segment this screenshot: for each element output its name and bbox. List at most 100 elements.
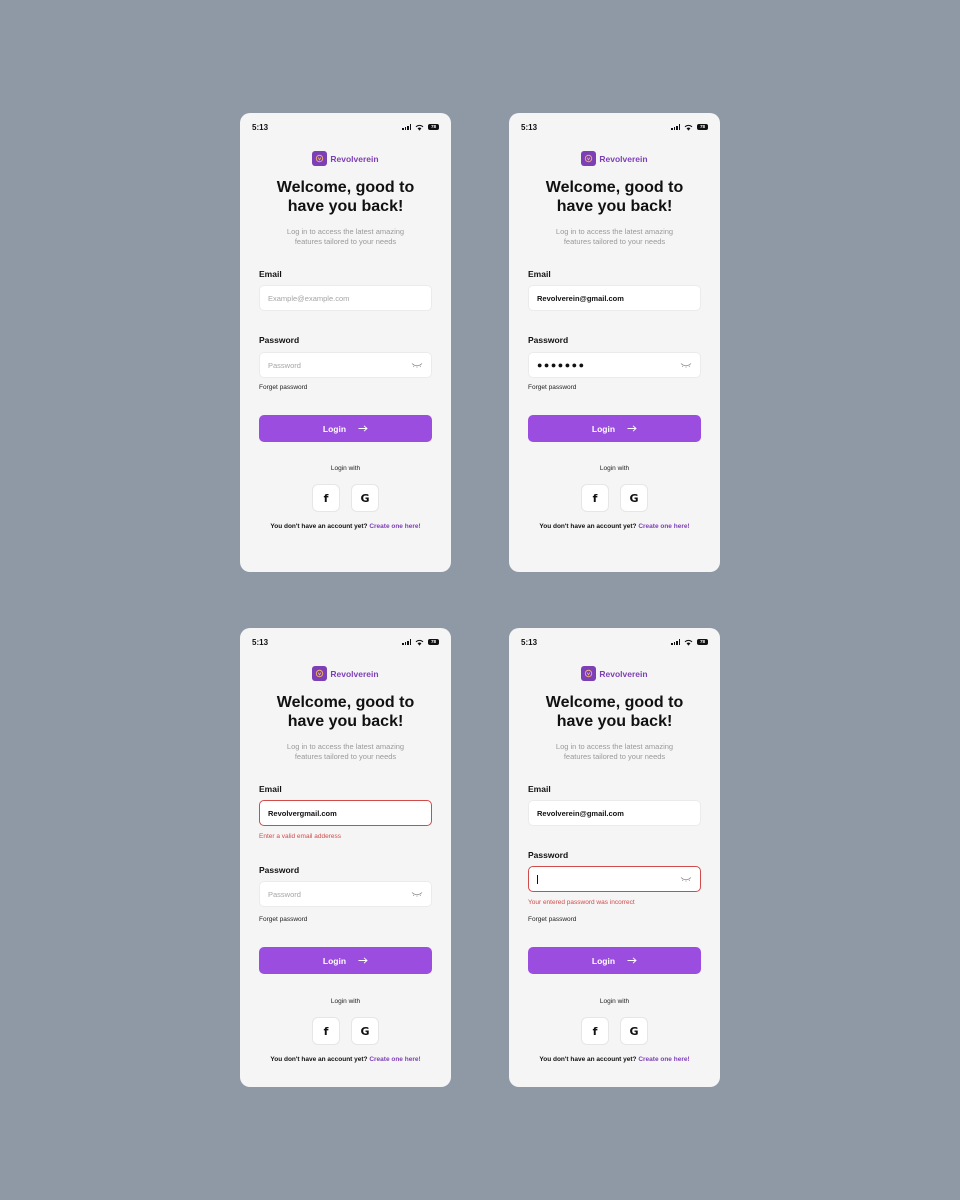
wifi-icon [415,639,424,646]
email-field[interactable] [259,285,432,311]
status-bar: 5:13 78 [252,637,439,647]
google-login-button[interactable]: G [620,1017,648,1045]
create-account-link[interactable]: Create one here! [369,523,420,530]
email-input[interactable] [268,808,423,818]
system-icons: 78 [671,124,708,131]
facebook-icon: f [592,491,598,505]
brand-logo: Revolverein [240,151,451,166]
logo-icon [312,666,328,681]
forget-password-link[interactable]: Forget password [528,384,576,391]
arrow-right-icon [358,425,368,432]
status-time: 5:13 [252,122,269,132]
password-field[interactable] [528,866,701,892]
battery-icon: 78 [697,639,708,645]
signal-icon [402,124,411,130]
facebook-login-button[interactable]: f [312,1017,340,1045]
eye-closed-icon[interactable] [680,362,692,368]
email-label: Email [528,784,551,794]
brand-logo: Revolverein [509,151,720,166]
login-button[interactable]: Login [259,415,432,442]
google-icon: G [629,1024,639,1038]
brand-name: Revolverein [330,668,379,679]
system-icons: 78 [402,124,439,131]
login-button-label: Login [322,423,347,434]
create-account-link[interactable]: Create one here! [638,523,689,530]
wifi-icon [684,124,693,131]
signal-icon [402,639,411,645]
status-bar: 5:13 78 [521,637,708,647]
email-label: Email [259,784,282,794]
status-time: 5:13 [521,637,538,647]
password-field[interactable]: ●●●●●●● [528,352,701,378]
email-input[interactable] [537,808,692,818]
google-login-button[interactable]: G [351,484,379,512]
status-time: 5:13 [521,122,538,132]
eye-closed-icon[interactable] [411,362,423,368]
logo-icon [581,666,597,681]
signal-icon [671,639,680,645]
status-bar: 5:13 78 [521,122,708,132]
email-field[interactable] [259,800,432,826]
battery-icon: 78 [697,124,708,130]
password-field[interactable] [259,352,432,378]
logo-icon [581,151,597,166]
facebook-icon: f [323,491,329,505]
brand-name: Revolverein [599,153,648,164]
page-title: Welcome, good to have you back! [545,694,684,730]
eye-closed-icon[interactable] [411,891,423,897]
email-label: Email [528,269,551,279]
password-masked-value[interactable]: ●●●●●●● [537,360,676,370]
email-field[interactable] [528,800,701,826]
brand-logo: Revolverein [509,666,720,681]
login-with-text: Login with [330,465,361,472]
page-title: Welcome, good to have you back! [276,694,415,730]
login-screen-password-error: 5:13 78 Revolverein Welcome, good to have… [509,628,720,1087]
create-account-link[interactable]: Create one here! [638,1056,689,1063]
password-label: Password [528,850,569,860]
forget-password-link[interactable]: Forget password [528,916,576,923]
login-button-label: Login [322,955,347,966]
page-subtitle: Log in to access the latest amazing featu… [286,227,405,246]
battery-icon: 78 [428,639,439,645]
facebook-icon: f [323,1024,329,1038]
email-input[interactable] [268,293,423,303]
page-title: Welcome, good to have you back! [545,179,684,215]
forget-password-link[interactable]: Forget password [259,916,307,923]
login-screen-email-error: 5:13 78 Revolverein Welcome, good to have… [240,628,451,1087]
login-button[interactable]: Login [528,947,701,974]
login-with-text: Login with [599,998,630,1005]
email-error-message: Enter a valid email adderess [259,833,342,840]
system-icons: 78 [402,639,439,646]
login-button[interactable]: Login [259,947,432,974]
email-field[interactable] [528,285,701,311]
social-login-row: f G [240,1017,451,1045]
password-label: Password [528,335,569,345]
google-login-button[interactable]: G [351,1017,379,1045]
forget-password-link[interactable]: Forget password [259,384,307,391]
google-icon: G [629,491,639,505]
password-input[interactable] [268,889,407,899]
facebook-login-button[interactable]: f [581,1017,609,1045]
signup-prompt: You don't have an account yet? Create on… [539,1056,690,1063]
brand-name: Revolverein [599,668,648,679]
login-with-text: Login with [599,465,630,472]
email-input[interactable] [537,293,692,303]
login-screen-filled: 5:13 78 Revolverein Welcome, good to have… [509,113,720,572]
social-login-row: f G [240,484,451,512]
password-label: Password [259,335,300,345]
wifi-icon [684,639,693,646]
email-label: Email [259,269,282,279]
eye-closed-icon[interactable] [680,876,692,882]
brand-logo: Revolverein [240,666,451,681]
page-subtitle: Log in to access the latest amazing featu… [555,227,674,246]
google-login-button[interactable]: G [620,484,648,512]
facebook-login-button[interactable]: f [581,484,609,512]
page-title: Welcome, good to have you back! [276,179,415,215]
password-input[interactable] [268,360,407,370]
status-time: 5:13 [252,637,269,647]
login-button[interactable]: Login [528,415,701,442]
facebook-login-button[interactable]: f [312,484,340,512]
signup-prompt: You don't have an account yet? Create on… [270,1056,421,1063]
create-account-link[interactable]: Create one here! [369,1056,420,1063]
password-field[interactable] [259,881,432,907]
